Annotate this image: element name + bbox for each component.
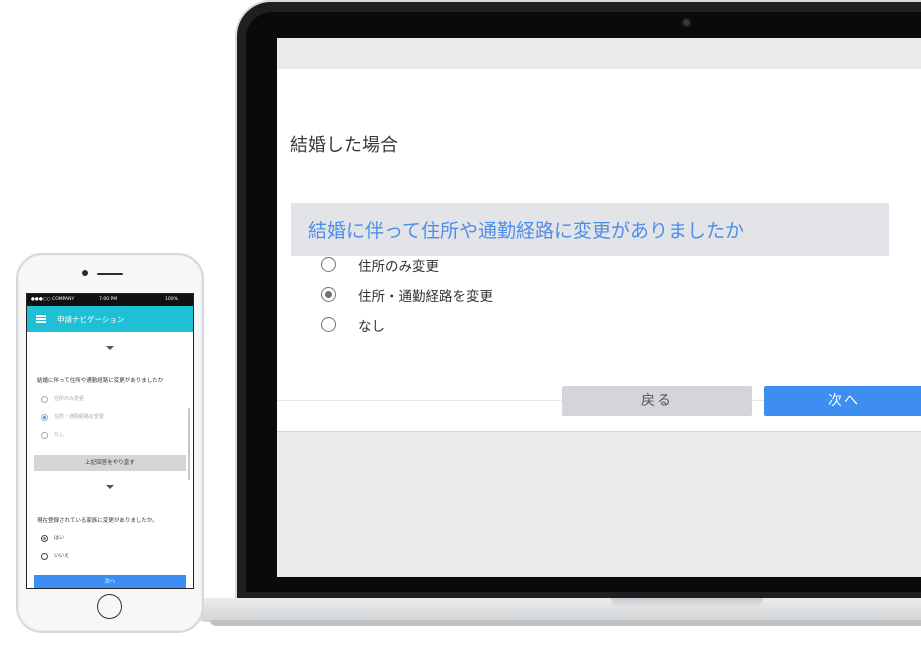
radio-icon[interactable]: [41, 432, 48, 439]
option-label: 住所・通勤経路を変更: [54, 414, 105, 420]
top-bar: [277, 38, 921, 69]
radio-icon[interactable]: [41, 553, 48, 560]
radio-icon[interactable]: [41, 396, 48, 403]
next-button[interactable]: 次へ: [764, 386, 921, 416]
page-title: 結婚した場合: [290, 135, 398, 156]
question-text: 結婚に伴って住所や通勤経路に変更がありましたか: [308, 220, 745, 242]
laptop-notch: [611, 598, 763, 608]
radio-checked-icon[interactable]: [41, 414, 48, 421]
speaker-icon: [97, 273, 123, 275]
phone-next-button[interactable]: 次へ: [34, 575, 186, 588]
question1-text: 結婚に伴って住所や通勤経路に変更がありましたか: [37, 378, 164, 384]
radio-checked-icon[interactable]: [41, 535, 48, 542]
status-bar: ●●●○○ COMPANY 7:00 PM 100%: [27, 294, 193, 306]
radio-icon[interactable]: [321, 257, 336, 272]
option-label: 住所のみ変更: [54, 396, 85, 402]
radio-icon[interactable]: [321, 317, 336, 332]
question-card: 結婚した場合 結婚に伴って住所や通勤経路に変更がありましたか 住所のみ変更 住所…: [277, 69, 921, 432]
chevron-down-icon: [106, 346, 114, 350]
webcam-icon: [683, 19, 690, 26]
option-label: はい: [54, 535, 65, 541]
laptop-base-edge: [210, 620, 921, 626]
option-label: 住所のみ変更: [358, 259, 439, 275]
option-label: なし: [54, 432, 65, 438]
app-title: 申請ナビゲーション: [57, 315, 125, 324]
app-bar: 申請ナビゲーション: [27, 306, 193, 332]
carrier-label: ●●●○○ COMPANY: [31, 297, 75, 302]
phone-screen: ●●●○○ COMPANY 7:00 PM 100% 申請ナビゲーション 結婚に…: [26, 293, 194, 589]
back-button[interactable]: 戻る: [562, 386, 752, 416]
laptop-base: [196, 598, 921, 622]
chevron-down-icon: [106, 485, 114, 489]
battery-label: 100%: [165, 297, 178, 302]
option-label: なし: [358, 319, 385, 335]
option-label: いいえ: [54, 553, 70, 559]
status-time: 7:00 PM: [99, 297, 118, 302]
home-button[interactable]: [97, 594, 122, 619]
scrollbar[interactable]: [188, 408, 190, 480]
redo-button[interactable]: 上記回答をやり直す: [34, 455, 186, 471]
front-camera-icon: [82, 270, 88, 276]
radio-checked-icon[interactable]: [321, 287, 336, 302]
question2-text: 現在登録されている家族に変更がありましたか。: [37, 518, 158, 524]
option-label: 住所・通勤経路を変更: [358, 289, 493, 305]
hamburger-menu-icon[interactable]: [36, 315, 46, 323]
laptop-screen: 結婚した場合 結婚に伴って住所や通勤経路に変更がありましたか 住所のみ変更 住所…: [277, 38, 921, 577]
